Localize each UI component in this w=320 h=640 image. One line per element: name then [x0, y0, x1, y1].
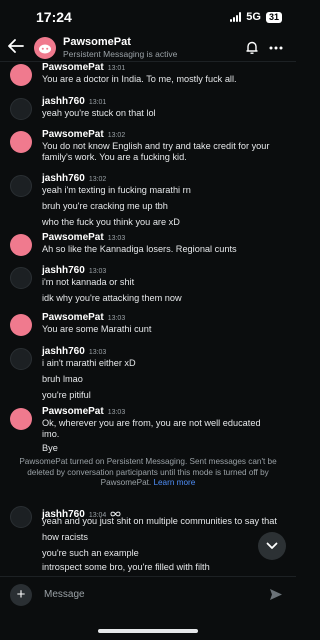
notice-text: PawsomePat turned on Persistent Messagin…	[19, 457, 277, 487]
status-time: 17:24	[36, 9, 72, 25]
header-avatar[interactable]	[34, 36, 56, 59]
avatar[interactable]	[10, 314, 32, 336]
avatar[interactable]	[10, 234, 32, 256]
chat-header: PawsomePat Persistent Messaging is activ…	[0, 34, 296, 62]
message-text: Ah so like the Kannadiga losers. Regiona…	[42, 244, 237, 254]
message-text: how racists	[42, 532, 88, 542]
message-text: You are a doctor in India. To me, mostly…	[42, 74, 237, 84]
message-text: who the fuck you think you are xD	[42, 217, 180, 227]
message-author[interactable]: PawsomePat	[42, 312, 104, 323]
conversation-title: PawsomePat	[63, 36, 131, 48]
battery-icon: 31	[265, 11, 282, 23]
network-label: 5G	[246, 11, 261, 23]
status-bar: 17:24 5G 31	[0, 0, 296, 34]
plus-icon: +	[16, 586, 26, 603]
home-indicator[interactable]	[98, 629, 198, 633]
message-text: Bye	[42, 443, 58, 453]
message-text: imo.	[42, 429, 60, 439]
message-author[interactable]: PawsomePat	[42, 406, 104, 417]
message-text: You do not know English and try and take…	[42, 141, 270, 151]
avatar[interactable]	[10, 506, 32, 528]
message-text: introspect some bro, you're filled with …	[42, 562, 210, 572]
message-author[interactable]: PawsomePat	[42, 129, 104, 140]
avatar[interactable]	[10, 98, 32, 120]
message-list[interactable]: PawsomePat 13:01 You are a doctor in Indi…	[0, 62, 296, 572]
message-text: yeah and you just shit on multiple commu…	[42, 516, 277, 526]
message-time: 13:03	[107, 235, 126, 242]
message-time: 13:01	[107, 65, 126, 72]
message-text: i ain't marathi either xD	[42, 358, 136, 368]
message-time: 13:03	[107, 409, 126, 416]
message-text: you're such an example	[42, 548, 139, 558]
conversation-subtitle: Persistent Messaging is active	[63, 49, 178, 59]
chevron-down-icon	[266, 542, 278, 549]
message-text: Ok, wherever you are from, you are not w…	[42, 418, 261, 428]
header-text[interactable]: PawsomePat Persistent Messaging is activ…	[63, 36, 240, 59]
avatar[interactable]	[10, 175, 32, 197]
back-arrow-icon[interactable]	[8, 38, 30, 58]
learn-more-link[interactable]: Learn more	[153, 478, 195, 487]
message-text: bruh lmao	[42, 374, 83, 384]
message-text: bruh you're cracking me up tbh	[42, 201, 168, 211]
message-input[interactable]	[44, 589, 266, 600]
message-author[interactable]: jashh760	[42, 173, 85, 184]
message-time: 13:01	[88, 99, 107, 106]
message-author[interactable]: PawsomePat	[42, 232, 104, 243]
send-icon	[270, 589, 282, 600]
message-time: 13:03	[88, 268, 107, 275]
message-time: 13:02	[107, 132, 126, 139]
avatar[interactable]	[10, 64, 32, 86]
message-text: yeah you're stuck on that lol	[42, 108, 156, 118]
scroll-to-bottom-button[interactable]	[258, 532, 286, 560]
message-text: you're pitiful	[42, 390, 91, 400]
message-time: 13:03	[107, 315, 126, 322]
avatar[interactable]	[10, 408, 32, 430]
message-author[interactable]: jashh760	[42, 265, 85, 276]
message-author[interactable]: jashh760	[42, 346, 85, 357]
message-text: yeah i'm texting in fucking marathi rn	[42, 185, 191, 195]
message-time: 13:02	[88, 176, 107, 183]
message-text: i'm not kannada or shit	[42, 277, 135, 287]
signal-icon	[230, 12, 242, 22]
persistent-messaging-notice: PawsomePat turned on Persistent Messagin…	[10, 457, 286, 489]
message-text: family's work. You are a fucking kid.	[42, 152, 187, 162]
avatar[interactable]	[10, 348, 32, 370]
message-text: idk why you're attacking them now	[42, 293, 182, 303]
more-options-icon[interactable]	[264, 46, 288, 50]
add-attachment-button[interactable]: +	[10, 583, 32, 606]
message-text: You are some Marathi cunt	[42, 324, 152, 334]
bell-icon[interactable]	[240, 40, 264, 55]
message-author[interactable]: jashh760	[42, 96, 85, 107]
message-author[interactable]: PawsomePat	[42, 62, 104, 73]
message-composer: +	[0, 576, 296, 612]
avatar[interactable]	[10, 131, 32, 153]
message-time: 13:03	[88, 349, 107, 356]
status-indicators: 5G 31	[230, 11, 282, 23]
avatar[interactable]	[10, 267, 32, 289]
send-button[interactable]	[266, 588, 286, 601]
